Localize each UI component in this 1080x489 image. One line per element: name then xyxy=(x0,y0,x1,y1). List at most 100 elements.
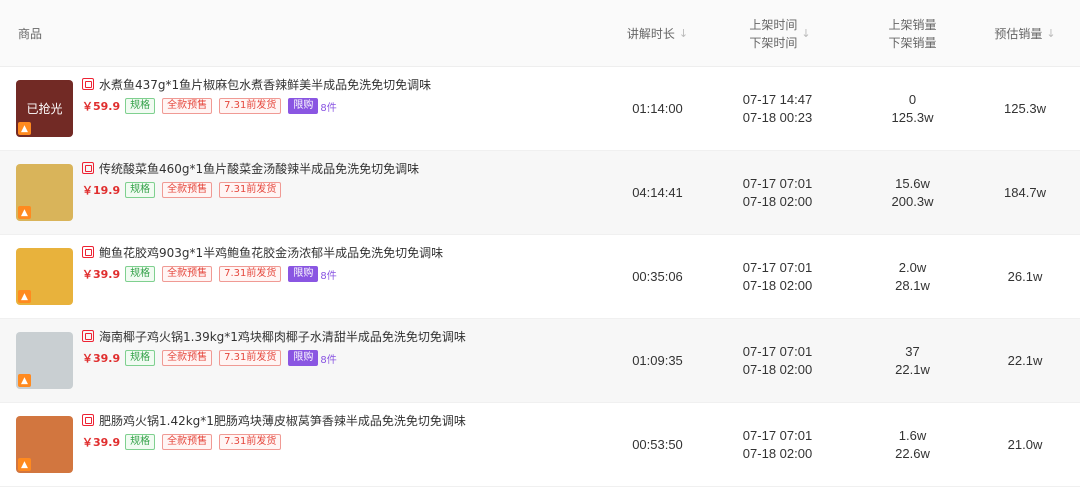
listed-time-value: 07-17 14:47 xyxy=(742,92,813,107)
sales-cell: 2.0w 28.1w xyxy=(860,235,965,319)
limit-purchase-tag: 限购 xyxy=(288,350,319,366)
ship-date-tag: 7.31前发货 xyxy=(219,182,282,198)
listed-time-value: 07-17 07:01 xyxy=(742,344,813,359)
column-header-delisted-sales-label: 下架销量 xyxy=(888,35,937,50)
column-header-estimated-sales[interactable]: 预估销量 ↓ xyxy=(980,0,1070,67)
duration-cell: 01:14:00 xyxy=(605,67,710,151)
product-title-line: 海南椰子鸡火锅1.39kg*1鸡块椰肉椰子水清甜半成品免洗免切免调味 xyxy=(82,327,602,345)
product-thumbnail[interactable]: ▲ xyxy=(16,416,73,473)
sort-icon[interactable]: ↓ xyxy=(801,27,810,40)
limit-purchase-count: 8件 xyxy=(320,354,337,366)
listing-time-cell: 07-17 07:01 07-18 02:00 xyxy=(720,235,835,319)
table-header: 商品 讲解时长 ↓ 上架时间 下架时间 ↓ 上架销量 下架销量 预估销量 ↓ xyxy=(0,0,1080,67)
duration-cell: 04:14:41 xyxy=(605,151,710,235)
delisted-sales-value: 28.1w xyxy=(895,278,930,293)
sort-icon[interactable]: ↓ xyxy=(1046,27,1055,40)
duration-cell: 01:09:35 xyxy=(605,319,710,403)
listing-time-cell: 07-17 07:01 07-18 02:00 xyxy=(720,151,835,235)
sort-icon[interactable]: ↓ xyxy=(679,27,688,40)
product-title-line: 鲍鱼花胶鸡903g*1半鸡鲍鱼花胶金汤浓郁半成品免洗免切免调味 xyxy=(82,243,602,261)
duration-cell: 00:35:06 xyxy=(605,235,710,319)
product-thumbnail[interactable]: ▲ xyxy=(16,164,73,221)
product-tags: ￥39.9 规格 全款预售 7.31前发货 限购 8件 xyxy=(82,265,602,283)
listing-time-cell: 07-17 14:47 07-18 00:23 xyxy=(720,67,835,151)
listed-sales-value: 2.0w xyxy=(898,260,927,275)
listed-time-value: 07-17 07:01 xyxy=(742,260,813,275)
product-title[interactable]: 海南椰子鸡火锅1.39kg*1鸡块椰肉椰子水清甜半成品免洗免切免调味 xyxy=(99,328,466,345)
table-row[interactable]: 已抢光 ▲ 水煮鱼437g*1鱼片椒麻包水煮香辣鲜美半成品免洗免切免调味 ￥59… xyxy=(0,67,1080,151)
product-tags: ￥39.9 规格 全款预售 7.31前发货 xyxy=(82,433,602,451)
presale-tag: 全款预售 xyxy=(162,98,213,114)
estimated-sales-cell: 125.3w xyxy=(980,67,1070,151)
table-row[interactable]: ▲ 肥肠鸡火锅1.42kg*1肥肠鸡块薄皮椒莴笋香辣半成品免洗免切免调味 ￥39… xyxy=(0,403,1080,487)
shop-icon xyxy=(82,78,94,90)
estimated-sales-value: 22.1w xyxy=(1007,353,1043,368)
product-info: 肥肠鸡火锅1.42kg*1肥肠鸡块薄皮椒莴笋香辣半成品免洗免切免调味 ￥39.9… xyxy=(82,411,602,451)
listed-sales-value: 1.6w xyxy=(898,428,927,443)
column-header-product: 商品 xyxy=(18,0,42,67)
delisted-time-value: 07-18 02:00 xyxy=(742,278,813,293)
product-tags: ￥59.9 规格 全款预售 7.31前发货 限购 8件 xyxy=(82,97,602,115)
column-header-estimated-sales-label: 预估销量 xyxy=(994,27,1043,41)
sales-cell: 1.6w 22.6w xyxy=(860,403,965,487)
column-header-product-label: 商品 xyxy=(18,27,43,41)
product-thumbnail[interactable]: 已抢光 ▲ xyxy=(16,80,73,137)
spec-tag: 规格 xyxy=(125,182,156,198)
delisted-sales-value: 22.1w xyxy=(895,362,930,377)
column-header-listed-time-label: 上架时间 xyxy=(749,17,798,32)
limit-purchase-tag: 限购 xyxy=(288,98,319,114)
listed-sales-value: 37 xyxy=(905,344,920,359)
fire-icon: ▲ xyxy=(18,122,31,135)
presale-tag: 全款预售 xyxy=(162,434,213,450)
spec-tag: 规格 xyxy=(125,434,156,450)
delisted-sales-value: 200.3w xyxy=(891,194,934,209)
delisted-sales-value: 125.3w xyxy=(891,110,934,125)
presale-tag: 全款预售 xyxy=(162,266,213,282)
product-tags: ￥19.9 规格 全款预售 7.31前发货 xyxy=(82,181,602,199)
product-title[interactable]: 肥肠鸡火锅1.42kg*1肥肠鸡块薄皮椒莴笋香辣半成品免洗免切免调味 xyxy=(99,412,466,429)
product-title[interactable]: 水煮鱼437g*1鱼片椒麻包水煮香辣鲜美半成品免洗免切免调味 xyxy=(99,76,431,93)
duration-value: 01:14:00 xyxy=(632,101,683,116)
product-title-line: 传统酸菜鱼460g*1鱼片酸菜金汤酸辣半成品免洗免切免调味 xyxy=(82,159,602,177)
table-row[interactable]: ▲ 海南椰子鸡火锅1.39kg*1鸡块椰肉椰子水清甜半成品免洗免切免调味 ￥39… xyxy=(0,319,1080,403)
column-header-listed-sales-label: 上架销量 xyxy=(888,17,937,32)
column-header-duration[interactable]: 讲解时长 ↓ xyxy=(605,0,710,67)
delisted-time-value: 07-18 02:00 xyxy=(742,446,813,461)
spec-tag: 规格 xyxy=(125,98,156,114)
product-thumbnail[interactable]: ▲ xyxy=(16,248,73,305)
product-info: 传统酸菜鱼460g*1鱼片酸菜金汤酸辣半成品免洗免切免调味 ￥19.9 规格 全… xyxy=(82,159,602,199)
delisted-time-value: 07-18 02:00 xyxy=(742,362,813,377)
listed-time-value: 07-17 07:01 xyxy=(742,428,813,443)
product-price: ￥19.9 xyxy=(82,184,121,197)
delisted-time-value: 07-18 00:23 xyxy=(742,110,813,125)
fire-icon: ▲ xyxy=(18,206,31,219)
listed-time-value: 07-17 07:01 xyxy=(742,176,813,191)
table-row[interactable]: ▲ 鲍鱼花胶鸡903g*1半鸡鲍鱼花胶金汤浓郁半成品免洗免切免调味 ￥39.9 … xyxy=(0,235,1080,319)
shop-icon xyxy=(82,330,94,342)
column-header-sales: 上架销量 下架销量 xyxy=(860,0,965,67)
column-header-listing-time[interactable]: 上架时间 下架时间 ↓ xyxy=(725,0,835,67)
listing-time-cell: 07-17 07:01 07-18 02:00 xyxy=(720,403,835,487)
product-title[interactable]: 鲍鱼花胶鸡903g*1半鸡鲍鱼花胶金汤浓郁半成品免洗免切免调味 xyxy=(99,244,443,261)
estimated-sales-value: 125.3w xyxy=(1004,101,1046,116)
product-title[interactable]: 传统酸菜鱼460g*1鱼片酸菜金汤酸辣半成品免洗免切免调味 xyxy=(99,160,419,177)
estimated-sales-cell: 26.1w xyxy=(980,235,1070,319)
product-price: ￥39.9 xyxy=(82,268,121,281)
ship-date-tag: 7.31前发货 xyxy=(219,350,282,366)
delisted-sales-value: 22.6w xyxy=(895,446,930,461)
limit-purchase-tag: 限购 xyxy=(288,266,319,282)
shop-icon xyxy=(82,162,94,174)
product-info: 海南椰子鸡火锅1.39kg*1鸡块椰肉椰子水清甜半成品免洗免切免调味 ￥39.9… xyxy=(82,327,602,367)
spec-tag: 规格 xyxy=(125,350,156,366)
table-row[interactable]: ▲ 传统酸菜鱼460g*1鱼片酸菜金汤酸辣半成品免洗免切免调味 ￥19.9 规格… xyxy=(0,151,1080,235)
sales-cell: 15.6w 200.3w xyxy=(860,151,965,235)
fire-icon: ▲ xyxy=(18,290,31,303)
product-thumbnail[interactable]: ▲ xyxy=(16,332,73,389)
product-price: ￥39.9 xyxy=(82,352,121,365)
column-header-duration-label: 讲解时长 xyxy=(626,27,675,41)
product-tags: ￥39.9 规格 全款预售 7.31前发货 限购 8件 xyxy=(82,349,602,367)
listed-sales-value: 0 xyxy=(908,92,917,107)
listing-time-cell: 07-17 07:01 07-18 02:00 xyxy=(720,319,835,403)
product-explanation-table: 商品 讲解时长 ↓ 上架时间 下架时间 ↓ 上架销量 下架销量 预估销量 ↓ 已… xyxy=(0,0,1080,489)
estimated-sales-value: 184.7w xyxy=(1004,185,1046,200)
